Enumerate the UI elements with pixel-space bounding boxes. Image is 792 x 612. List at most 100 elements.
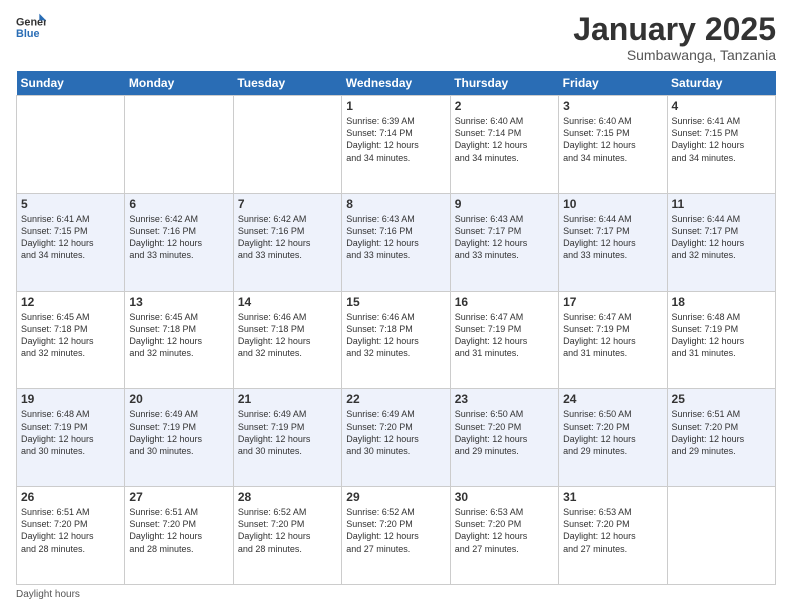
cell-info: Sunrise: 6:50 AM Sunset: 7:20 PM Dayligh… — [563, 408, 662, 457]
cell-info: Sunrise: 6:51 AM Sunset: 7:20 PM Dayligh… — [21, 506, 120, 555]
table-cell: 15Sunrise: 6:46 AM Sunset: 7:18 PM Dayli… — [342, 291, 450, 389]
cell-info: Sunrise: 6:52 AM Sunset: 7:20 PM Dayligh… — [346, 506, 445, 555]
cell-info: Sunrise: 6:44 AM Sunset: 7:17 PM Dayligh… — [563, 213, 662, 262]
table-cell: 7 Sunrise: 6:42 AM Sunset: 7:16 PM Daylig… — [233, 193, 341, 291]
table-cell: 24Sunrise: 6:50 AM Sunset: 7:20 PM Dayli… — [559, 389, 667, 487]
footer: Daylight hours — [16, 589, 776, 600]
table-cell: 1Sunrise: 6:39 AM Sunset: 7:14 PM Daylig… — [342, 96, 450, 194]
daylight-label: Daylight hours — [16, 589, 80, 600]
table-cell: 3Sunrise: 6:40 AM Sunset: 7:15 PM Daylig… — [559, 96, 667, 194]
col-saturday: Saturday — [667, 71, 775, 96]
cell-info: Sunrise: 6:41 AM Sunset: 7:15 PM Dayligh… — [21, 213, 120, 262]
week-row-4: 19 Sunrise: 6:48 AM Sunset: 7:19 PM Dayli… — [17, 389, 776, 487]
cell-info: Sunrise: 6:51 AM Sunset: 7:20 PM Dayligh… — [672, 408, 771, 457]
date-number: 17 — [563, 295, 662, 309]
cell-info: Sunrise: 6:45 AM Sunset: 7:18 PM Dayligh… — [129, 311, 228, 360]
calendar-table: Sunday Monday Tuesday Wednesday Thursday… — [16, 71, 776, 585]
table-cell: 23 Sunrise: 6:50 AM Sunset: 7:20 PM Dayli… — [450, 389, 558, 487]
header: General Blue January 2025 Sumbawanga, Ta… — [16, 12, 776, 63]
title-block: January 2025 Sumbawanga, Tanzania — [573, 12, 776, 63]
date-number: 26 — [21, 490, 120, 504]
table-cell: 18 Sunrise: 6:48 AM Sunset: 7:19 PM Dayli… — [667, 291, 775, 389]
col-tuesday: Tuesday — [233, 71, 341, 96]
calendar-body: 1Sunrise: 6:39 AM Sunset: 7:14 PM Daylig… — [17, 96, 776, 585]
table-cell: 8Sunrise: 6:43 AM Sunset: 7:16 PM Daylig… — [342, 193, 450, 291]
date-number: 7 — [238, 197, 337, 211]
cell-info: Sunrise: 6:53 AM Sunset: 7:20 PM Dayligh… — [455, 506, 554, 555]
week-row-2: 5 Sunrise: 6:41 AM Sunset: 7:15 PM Daylig… — [17, 193, 776, 291]
cell-info: Sunrise: 6:43 AM Sunset: 7:17 PM Dayligh… — [455, 213, 554, 262]
date-number: 22 — [346, 392, 445, 406]
cell-info: Sunrise: 6:49 AM Sunset: 7:19 PM Dayligh… — [129, 408, 228, 457]
date-number: 14 — [238, 295, 337, 309]
col-thursday: Thursday — [450, 71, 558, 96]
table-cell: 30 Sunrise: 6:53 AM Sunset: 7:20 PM Dayli… — [450, 487, 558, 585]
table-cell: 26 Sunrise: 6:51 AM Sunset: 7:20 PM Dayli… — [17, 487, 125, 585]
cell-info: Sunrise: 6:48 AM Sunset: 7:19 PM Dayligh… — [21, 408, 120, 457]
table-cell: 9 Sunrise: 6:43 AM Sunset: 7:17 PM Daylig… — [450, 193, 558, 291]
date-number: 9 — [455, 197, 554, 211]
date-number: 21 — [238, 392, 337, 406]
table-cell: 27 Sunrise: 6:51 AM Sunset: 7:20 PM Dayli… — [125, 487, 233, 585]
cell-info: Sunrise: 6:42 AM Sunset: 7:16 PM Dayligh… — [129, 213, 228, 262]
table-cell — [17, 96, 125, 194]
table-cell: 12Sunrise: 6:45 AM Sunset: 7:18 PM Dayli… — [17, 291, 125, 389]
cell-info: Sunrise: 6:40 AM Sunset: 7:14 PM Dayligh… — [455, 115, 554, 164]
table-cell — [233, 96, 341, 194]
date-number: 30 — [455, 490, 554, 504]
date-number: 25 — [672, 392, 771, 406]
table-cell: 4 Sunrise: 6:41 AM Sunset: 7:15 PM Daylig… — [667, 96, 775, 194]
date-number: 15 — [346, 295, 445, 309]
table-cell: 28 Sunrise: 6:52 AM Sunset: 7:20 PM Dayli… — [233, 487, 341, 585]
table-cell — [125, 96, 233, 194]
date-number: 16 — [455, 295, 554, 309]
cell-info: Sunrise: 6:40 AM Sunset: 7:15 PM Dayligh… — [563, 115, 662, 164]
date-number: 29 — [346, 490, 445, 504]
cell-info: Sunrise: 6:52 AM Sunset: 7:20 PM Dayligh… — [238, 506, 337, 555]
cell-info: Sunrise: 6:46 AM Sunset: 7:18 PM Dayligh… — [238, 311, 337, 360]
date-number: 31 — [563, 490, 662, 504]
cell-info: Sunrise: 6:48 AM Sunset: 7:19 PM Dayligh… — [672, 311, 771, 360]
calendar-title: January 2025 — [573, 12, 776, 47]
date-number: 27 — [129, 490, 228, 504]
cell-info: Sunrise: 6:50 AM Sunset: 7:20 PM Dayligh… — [455, 408, 554, 457]
date-number: 1 — [346, 99, 445, 113]
calendar-page: General Blue January 2025 Sumbawanga, Ta… — [0, 0, 792, 612]
date-number: 20 — [129, 392, 228, 406]
logo: General Blue — [16, 12, 46, 42]
date-number: 10 — [563, 197, 662, 211]
table-cell: 10 Sunrise: 6:44 AM Sunset: 7:17 PM Dayli… — [559, 193, 667, 291]
cell-info: Sunrise: 6:44 AM Sunset: 7:17 PM Dayligh… — [672, 213, 771, 262]
table-cell: 11 Sunrise: 6:44 AM Sunset: 7:17 PM Dayli… — [667, 193, 775, 291]
cell-info: Sunrise: 6:51 AM Sunset: 7:20 PM Dayligh… — [129, 506, 228, 555]
table-cell: 19 Sunrise: 6:48 AM Sunset: 7:19 PM Dayli… — [17, 389, 125, 487]
week-row-3: 12 Sunrise: 6:45 AM Sunset: 7:18 PM Dayli… — [17, 291, 776, 389]
cell-info: Sunrise: 6:47 AM Sunset: 7:19 PM Dayligh… — [563, 311, 662, 360]
date-number: 19 — [21, 392, 120, 406]
cell-info: Sunrise: 6:49 AM Sunset: 7:19 PM Dayligh… — [238, 408, 337, 457]
cell-info: Sunrise: 6:42 AM Sunset: 7:16 PM Dayligh… — [238, 213, 337, 262]
date-number: 6 — [129, 197, 228, 211]
cell-info: Sunrise: 6:41 AM Sunset: 7:15 PM Dayligh… — [672, 115, 771, 164]
date-number: 11 — [672, 197, 771, 211]
table-cell: 22Sunrise: 6:49 AM Sunset: 7:20 PM Dayli… — [342, 389, 450, 487]
table-cell: 2Sunrise: 6:40 AM Sunset: 7:14 PM Daylig… — [450, 96, 558, 194]
col-sunday: Sunday — [17, 71, 125, 96]
table-cell: 20 Sunrise: 6:49 AM Sunset: 7:19 PM Dayli… — [125, 389, 233, 487]
svg-text:Blue: Blue — [16, 28, 39, 40]
table-cell: 21 Sunrise: 6:49 AM Sunset: 7:19 PM Dayli… — [233, 389, 341, 487]
calendar-subtitle: Sumbawanga, Tanzania — [573, 47, 776, 63]
table-cell: 14 Sunrise: 6:46 AM Sunset: 7:18 PM Dayli… — [233, 291, 341, 389]
week-row-5: 26 Sunrise: 6:51 AM Sunset: 7:20 PM Dayli… — [17, 487, 776, 585]
date-number: 5 — [21, 197, 120, 211]
date-number: 8 — [346, 197, 445, 211]
table-cell: 6 Sunrise: 6:42 AM Sunset: 7:16 PM Daylig… — [125, 193, 233, 291]
col-wednesday: Wednesday — [342, 71, 450, 96]
date-number: 12 — [21, 295, 120, 309]
date-number: 18 — [672, 295, 771, 309]
date-number: 13 — [129, 295, 228, 309]
date-number: 4 — [672, 99, 771, 113]
date-number: 28 — [238, 490, 337, 504]
logo-icon: General Blue — [16, 12, 46, 42]
date-number: 23 — [455, 392, 554, 406]
